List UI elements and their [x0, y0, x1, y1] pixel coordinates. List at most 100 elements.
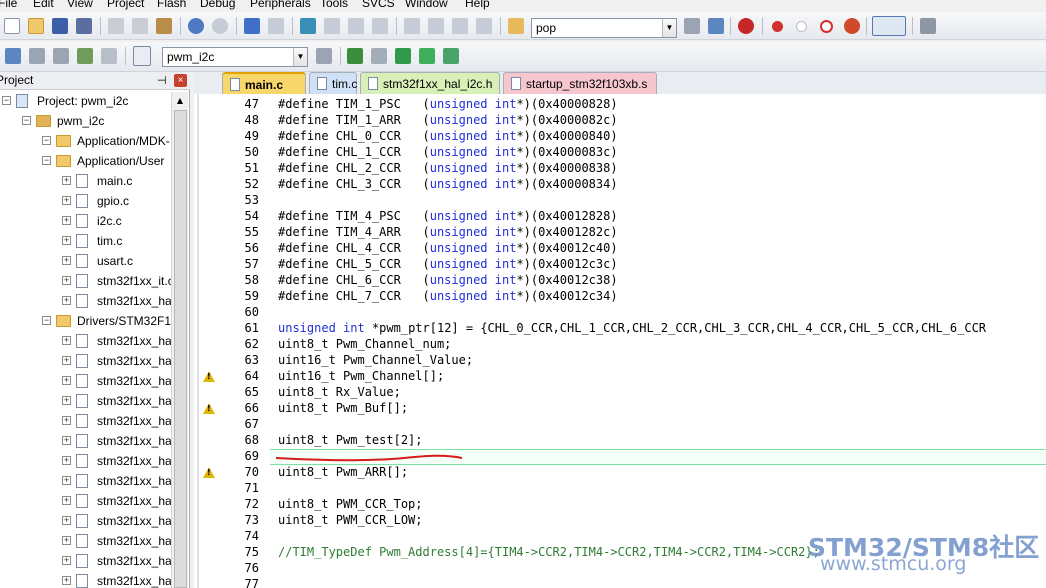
expand-icon[interactable]: + — [62, 296, 71, 305]
expand-icon[interactable]: + — [62, 196, 71, 205]
cut-icon[interactable] — [108, 18, 124, 34]
code-line[interactable]: #define CHL_0_CCR (unsigned int*)(0x4000… — [278, 128, 618, 144]
disable-breakpoint-icon[interactable] — [796, 21, 807, 32]
download-icon[interactable] — [133, 46, 151, 66]
nav-forward-icon[interactable] — [268, 18, 284, 34]
code-line[interactable]: uint8_t Pwm_Buf[]; — [278, 400, 408, 416]
menu-peripherals[interactable]: Peripherals — [250, 0, 311, 10]
menu-svcs[interactable]: SVCS — [362, 0, 395, 10]
tab-3[interactable]: startup_stm32f103xb.s — [503, 72, 657, 94]
find-in-files-icon[interactable] — [508, 18, 524, 34]
code-line[interactable]: uint8_t Pwm_Channel_num; — [278, 336, 451, 352]
build-icon[interactable] — [29, 48, 45, 64]
code-line[interactable]: uint8_t PWM_CCR_Top; — [278, 496, 423, 512]
expand-icon[interactable]: + — [62, 416, 71, 425]
tab-2[interactable]: stm32f1xx_hal_i2c.h — [360, 72, 500, 94]
expand-icon[interactable]: + — [62, 256, 71, 265]
indent-icon[interactable] — [404, 18, 420, 34]
menu-view[interactable]: View — [67, 0, 93, 10]
find-icon[interactable] — [684, 18, 700, 34]
scroll-thumb[interactable] — [174, 110, 187, 588]
target-options-icon[interactable] — [316, 48, 332, 64]
uncomment-icon[interactable] — [476, 18, 492, 34]
nav-back-icon[interactable] — [244, 18, 260, 34]
menu-project[interactable]: Project — [107, 0, 144, 10]
debug-session-icon[interactable] — [738, 18, 754, 34]
chevron-down-icon[interactable]: ▼ — [293, 48, 307, 66]
pin-icon[interactable]: ⊣ — [157, 73, 167, 90]
code-line[interactable]: uint8_t Pwm_test[2]; — [278, 432, 423, 448]
prev-bookmark-icon[interactable] — [324, 18, 340, 34]
menu-file[interactable]: File — [0, 0, 17, 10]
find-combo[interactable]: pop ▼ — [531, 18, 677, 38]
code-line[interactable]: #define CHL_7_CCR (unsigned int*)(0x4001… — [278, 288, 618, 304]
code-line[interactable]: uint16_t Pwm_Channel[]; — [278, 368, 444, 384]
window-layout-icon[interactable] — [872, 16, 906, 36]
expand-icon[interactable]: + — [62, 236, 71, 245]
expand-icon[interactable]: + — [62, 396, 71, 405]
expand-icon[interactable]: + — [62, 216, 71, 225]
code-line[interactable]: #define CHL_1_CCR (unsigned int*)(0x4000… — [278, 144, 618, 160]
collapse-icon[interactable]: − — [22, 116, 31, 125]
manage-components-icon[interactable] — [347, 48, 363, 64]
expand-icon[interactable]: + — [62, 336, 71, 345]
menu-flash[interactable]: Flash — [157, 0, 186, 10]
menu-window[interactable]: Window — [405, 0, 448, 10]
code-line[interactable]: uint8_t Pwm_ARR[]; — [278, 464, 408, 480]
warning-icon[interactable] — [203, 467, 215, 478]
expand-icon[interactable]: + — [62, 456, 71, 465]
expand-icon[interactable]: + — [62, 176, 71, 185]
code-line[interactable]: #define CHL_2_CCR (unsigned int*)(0x4000… — [278, 160, 618, 176]
tab-0[interactable]: main.c — [222, 72, 306, 94]
expand-icon[interactable]: + — [62, 516, 71, 525]
code-line[interactable]: uint16_t Pwm_Channel_Value; — [278, 352, 473, 368]
expand-icon[interactable]: + — [62, 436, 71, 445]
menu-edit[interactable]: Edit — [33, 0, 54, 10]
expand-icon[interactable]: + — [62, 356, 71, 365]
save-icon[interactable] — [52, 18, 68, 34]
run-time-environment-icon[interactable] — [443, 48, 459, 64]
close-icon[interactable]: × — [174, 74, 187, 87]
pack-installer-icon[interactable] — [419, 48, 435, 64]
chevron-down-icon[interactable]: ▼ — [662, 19, 676, 37]
breakpoint-margin[interactable] — [197, 94, 199, 588]
scroll-up-icon[interactable]: ▲ — [173, 94, 187, 108]
code-line[interactable]: #define CHL_5_CCR (unsigned int*)(0x4001… — [278, 256, 618, 272]
code-line[interactable]: uint8_t PWM_CCR_LOW; — [278, 512, 423, 528]
kill-all-breakpoints-icon[interactable] — [844, 18, 860, 34]
warning-icon[interactable] — [203, 403, 215, 414]
comment-icon[interactable] — [452, 18, 468, 34]
new-file-icon[interactable] — [4, 18, 20, 34]
expand-icon[interactable]: + — [62, 576, 71, 585]
code-editor[interactable]: 47 #define TIM_1_PSC (unsigned int*)(0x40… — [194, 94, 1046, 588]
unindent-icon[interactable] — [428, 18, 444, 34]
redo-icon[interactable] — [212, 18, 228, 34]
code-line[interactable]: #define TIM_4_ARR (unsigned int*)(0x4001… — [278, 224, 618, 240]
select-packs-icon[interactable] — [395, 48, 411, 64]
paste-icon[interactable] — [156, 18, 172, 34]
expand-icon[interactable]: + — [62, 496, 71, 505]
code-line[interactable]: #define TIM_1_PSC (unsigned int*)(0x4000… — [278, 96, 618, 112]
code-line[interactable]: #define CHL_3_CCR (unsigned int*)(0x4000… — [278, 176, 618, 192]
collapse-icon[interactable]: − — [2, 96, 11, 105]
batch-build-icon[interactable] — [77, 48, 93, 64]
collapse-icon[interactable]: − — [42, 316, 51, 325]
expand-icon[interactable]: + — [62, 376, 71, 385]
save-all-icon[interactable] — [76, 18, 92, 34]
collapse-icon[interactable]: − — [42, 136, 51, 145]
warning-icon[interactable] — [203, 371, 215, 382]
menu-tools[interactable]: Tools — [320, 0, 348, 10]
collapse-icon[interactable]: − — [42, 156, 51, 165]
open-folder-icon[interactable] — [28, 18, 44, 34]
disable-all-breakpoints-icon[interactable] — [820, 20, 833, 33]
clear-bookmarks-icon[interactable] — [372, 18, 388, 34]
expand-icon[interactable]: + — [62, 276, 71, 285]
target-combo[interactable]: pwm_i2c ▼ — [162, 47, 308, 67]
copy-icon[interactable] — [132, 18, 148, 34]
translate-icon[interactable] — [5, 48, 21, 64]
code-line[interactable]: unsigned int *pwm_ptr[12] = {CHL_0_CCR,C… — [278, 320, 986, 336]
menu-debug[interactable]: Debug — [200, 0, 235, 10]
undo-icon[interactable] — [188, 18, 204, 34]
rebuild-icon[interactable] — [53, 48, 69, 64]
tab-1[interactable]: tim.c — [309, 72, 357, 94]
